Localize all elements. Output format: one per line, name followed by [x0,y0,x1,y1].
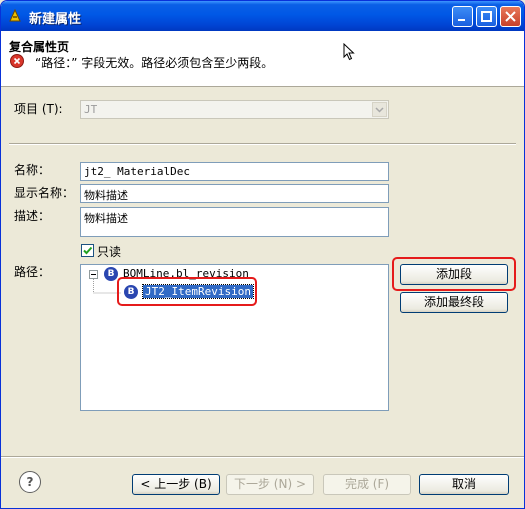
minimize-icon [458,19,465,21]
project-label: 项目 (T): [14,102,63,116]
window-title: 新建属性 [29,12,82,27]
error-message: “路径：” 字段无效。路径必须包含至少两段。 [35,56,274,70]
readonly-checkbox[interactable] [81,244,94,257]
maximize-button[interactable] [476,6,497,27]
next-button[interactable]: 下一步 (N) > [226,474,314,495]
help-icon[interactable]: ? [19,471,41,493]
dialog-window: 新建属性 复合属性页 “路径：” 字段无效。路径必须包含至少两段。 项目 (T)… [0,0,525,509]
mouse-cursor-icon [343,43,355,61]
description-label: 描述： [14,209,51,223]
name-input[interactable]: jt2_ MaterialDec [80,162,389,181]
title-bar[interactable]: 新建属性 [1,1,524,31]
separator [9,143,516,145]
bomline-node-icon: B [104,267,118,281]
project-value: JT [84,103,98,116]
collapse-icon[interactable] [89,270,98,279]
project-combo[interactable]: JT [80,100,389,119]
page-title: 复合属性页 [9,40,70,54]
display-name-input[interactable]: 物料描述 [80,184,389,203]
checkmark-icon [83,246,93,255]
chevron-down-icon[interactable] [372,102,387,117]
cancel-button[interactable]: 取消 [419,474,509,495]
separator [1,456,524,458]
close-button[interactable] [500,6,521,27]
minimize-button[interactable] [452,6,473,27]
finish-button[interactable]: 完成 (F) [323,474,411,495]
name-label: 名称： [14,163,51,177]
wizard-header: 复合属性页 “路径：” 字段无效。路径必须包含至少两段。 [1,31,524,87]
back-button[interactable]: < 上一步 (B) [132,474,220,495]
highlight-box [117,277,257,306]
description-input[interactable]: 物料描述 [80,207,389,237]
path-label: 路径： [14,265,51,279]
add-final-segment-button[interactable]: 添加最终段 [400,292,508,313]
display-name-label: 显示名称： [14,186,75,200]
readonly-label: 只读 [97,245,122,259]
maximize-icon [481,11,492,22]
error-icon [10,54,24,68]
highlight-box [392,257,516,291]
close-icon [505,11,516,22]
app-icon [9,8,21,22]
